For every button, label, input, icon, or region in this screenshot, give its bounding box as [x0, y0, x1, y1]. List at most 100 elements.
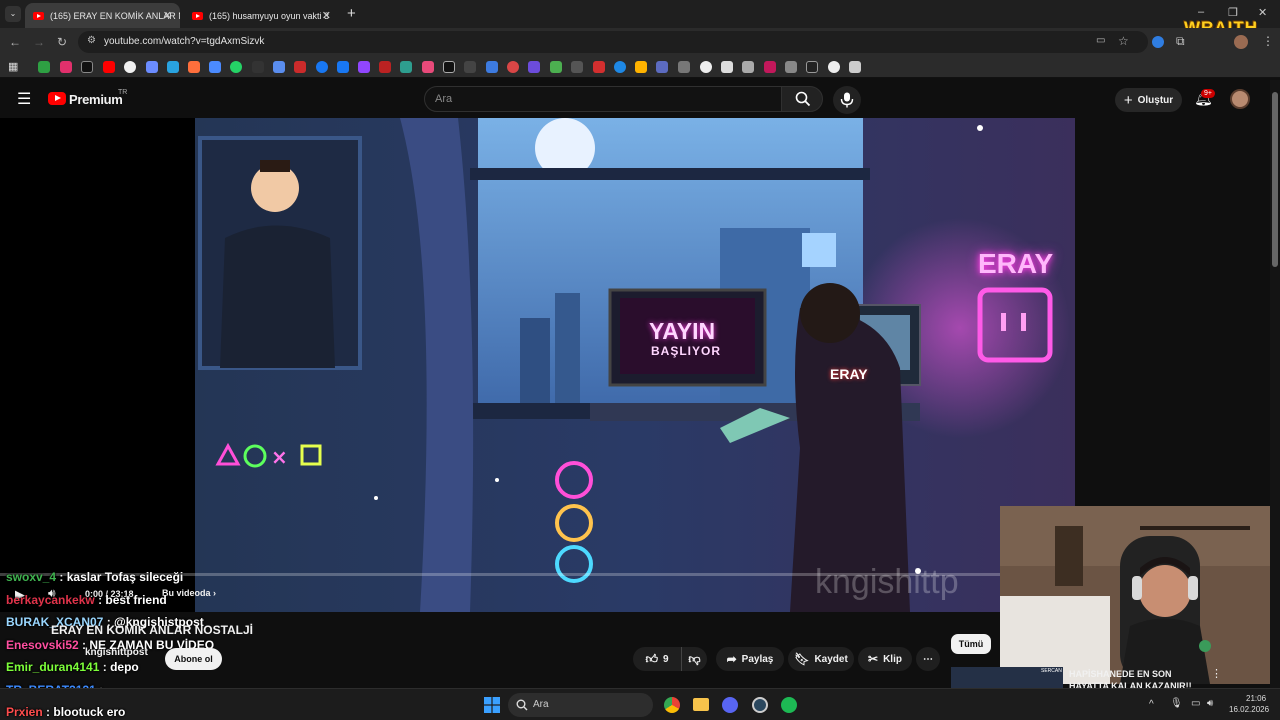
tray-overflow-icon[interactable]: ^ — [1149, 699, 1154, 710]
bookmark-icon[interactable] — [379, 61, 391, 73]
bookmark-icon[interactable] — [828, 61, 840, 73]
bookmark-icon[interactable] — [656, 61, 668, 73]
discord-icon[interactable] — [722, 697, 738, 713]
bookmark-icon[interactable] — [614, 61, 626, 73]
bookmark-icon[interactable] — [60, 61, 72, 73]
microphone-tray-icon[interactable]: 🎙︎ — [1170, 698, 1183, 709]
reload-icon[interactable]: ↻ — [57, 35, 67, 49]
forward-icon[interactable]: → — [33, 35, 45, 49]
bookmark-icon[interactable] — [422, 61, 434, 73]
network-icon[interactable]: ▭ — [1191, 698, 1200, 709]
search-button[interactable] — [781, 86, 823, 112]
bookmark-icon[interactable] — [358, 61, 370, 73]
address-bar[interactable]: ⚙ youtube.com/watch?v=tgdAxmSizvk ▭ ☆ — [78, 31, 1148, 53]
taskbar-search[interactable]: Ara — [508, 693, 653, 717]
bookmark-icon[interactable] — [721, 61, 733, 73]
bookmark-icon[interactable] — [593, 61, 605, 73]
tab-inactive[interactable]: (165) husamyuyu oyun vakti 3 ✕ — [184, 3, 339, 28]
bookmark-icon[interactable] — [146, 61, 158, 73]
recommendation-title: HAPİSHANEDE EN SON HAYATTA KALAN KAZANIR… — [1069, 669, 1192, 688]
youtube-logo[interactable] — [48, 92, 66, 105]
steam-icon[interactable] — [752, 697, 768, 713]
bookmark-icon[interactable] — [571, 61, 583, 73]
recommendation-card[interactable]: SERCAN HAPİSHANEDE EN SON HAYATTA KALAN … — [951, 667, 1221, 688]
bookmark-icon[interactable] — [528, 61, 540, 73]
bookmark-icon[interactable] — [464, 61, 476, 73]
channel-name[interactable]: kngishittpost — [85, 647, 148, 658]
install-icon[interactable]: ▭ — [1096, 35, 1105, 46]
maximize-button[interactable]: ❐ — [1228, 6, 1238, 19]
bookmark-icon[interactable] — [167, 61, 179, 73]
apps-grid-icon[interactable]: ▦ — [8, 60, 18, 73]
filter-chip-all[interactable]: Tümü — [951, 634, 991, 654]
bookmark-icon[interactable] — [486, 61, 498, 73]
bookmark-icon[interactable] — [124, 61, 136, 73]
extension-icon[interactable] — [1152, 36, 1164, 48]
profile-avatar-icon[interactable] — [1234, 35, 1248, 49]
bookmark-icon[interactable] — [806, 61, 818, 73]
minimize-button[interactable]: – — [1198, 6, 1204, 18]
share-button[interactable]: ➦ Paylaş — [716, 647, 784, 671]
close-tab-icon[interactable]: ✕ — [322, 9, 331, 22]
clip-button[interactable]: ✂ Klip — [858, 647, 912, 671]
bookmark-icon[interactable] — [273, 61, 285, 73]
bookmark-icon[interactable] — [742, 61, 754, 73]
bookmark-icon[interactable] — [38, 61, 50, 73]
bookmark-icon[interactable] — [635, 61, 647, 73]
page-scrollbar[interactable] — [1270, 80, 1280, 690]
save-button[interactable]: 🔖︎ Kaydet — [788, 647, 854, 671]
bookmark-icon[interactable] — [209, 61, 221, 73]
create-button[interactable]: + Oluştur — [1115, 88, 1182, 112]
bookmark-icon[interactable] — [230, 61, 242, 73]
spotify-icon[interactable] — [781, 697, 797, 713]
bookmark-icon[interactable] — [103, 61, 115, 73]
close-window-button[interactable]: ✕ — [1258, 6, 1267, 19]
more-options-icon[interactable]: ⋮ — [1211, 667, 1221, 680]
chrome-taskbar-icon[interactable] — [664, 697, 680, 713]
file-explorer-icon[interactable] — [693, 698, 709, 711]
scrollbar-thumb[interactable] — [1272, 92, 1278, 267]
hamburger-menu-icon[interactable]: ☰ — [17, 89, 31, 109]
bookmark-icon[interactable] — [700, 61, 712, 73]
bookmark-icon[interactable] — [678, 61, 690, 73]
bookmark-icon[interactable] — [849, 61, 861, 73]
windows-start-icon[interactable] — [484, 697, 500, 713]
bookmark-icon[interactable] — [785, 61, 797, 73]
bookmark-icon[interactable] — [252, 61, 264, 73]
site-info-icon[interactable]: ⚙ — [87, 35, 96, 46]
volume-tray-icon[interactable]: 🔊︎ — [1207, 698, 1213, 709]
bookmark-icon[interactable] — [507, 61, 519, 73]
bookmark-icon[interactable] — [400, 61, 412, 73]
address-row: ← → ↻ ⚙ youtube.com/watch?v=tgdAxmSizvk … — [0, 28, 1280, 56]
back-icon[interactable]: ← — [9, 35, 21, 49]
bookmark-icon[interactable] — [764, 61, 776, 73]
chat-message: Prxien : blootuck ero — [6, 705, 126, 719]
clock-date[interactable]: 16.02.2026 — [1229, 705, 1269, 714]
close-tab-icon[interactable]: ✕ — [163, 9, 172, 22]
bookmark-icon[interactable] — [337, 61, 349, 73]
bookmark-icon[interactable] — [550, 61, 562, 73]
subscribe-button[interactable]: Abone ol — [165, 648, 222, 670]
bookmark-icon[interactable] — [188, 61, 200, 73]
video-player[interactable]: × ERAY YAYIN BAŞLIYOR ERAY kngishittp — [0, 118, 1075, 612]
tab-list-button[interactable]: ⌄ — [5, 6, 21, 22]
tab-active[interactable]: (165) ERAY EN KOMİK ANLAR N ✕ — [25, 3, 180, 28]
voice-search-button[interactable] — [833, 86, 861, 114]
bookmark-icon[interactable] — [316, 61, 328, 73]
bookmark-icon[interactable] — [81, 61, 93, 73]
bookmark-star-icon[interactable]: ☆ — [1118, 34, 1129, 48]
screen-text-yayin: YAYIN — [649, 318, 716, 344]
more-actions-button[interactable]: ⋯ — [916, 647, 940, 671]
search-input[interactable]: Ara — [424, 86, 782, 112]
chrome-menu-icon[interactable]: ⋮ — [1262, 34, 1274, 48]
new-tab-button[interactable]: + — [347, 5, 356, 22]
dislike-button[interactable]: 👎︎ — [681, 647, 707, 671]
like-button[interactable]: 👍︎ 9 — [633, 647, 681, 671]
clock-time[interactable]: 21:06 — [1246, 694, 1266, 703]
account-avatar[interactable] — [1230, 89, 1250, 109]
bookmark-icon[interactable] — [294, 61, 306, 73]
bookmark-icon[interactable] — [443, 61, 455, 73]
save-label: Kaydet — [814, 653, 848, 665]
in-video-chip[interactable]: Bu videoda › — [162, 588, 216, 598]
extensions-puzzle-icon[interactable]: ⧉ — [1176, 34, 1185, 49]
